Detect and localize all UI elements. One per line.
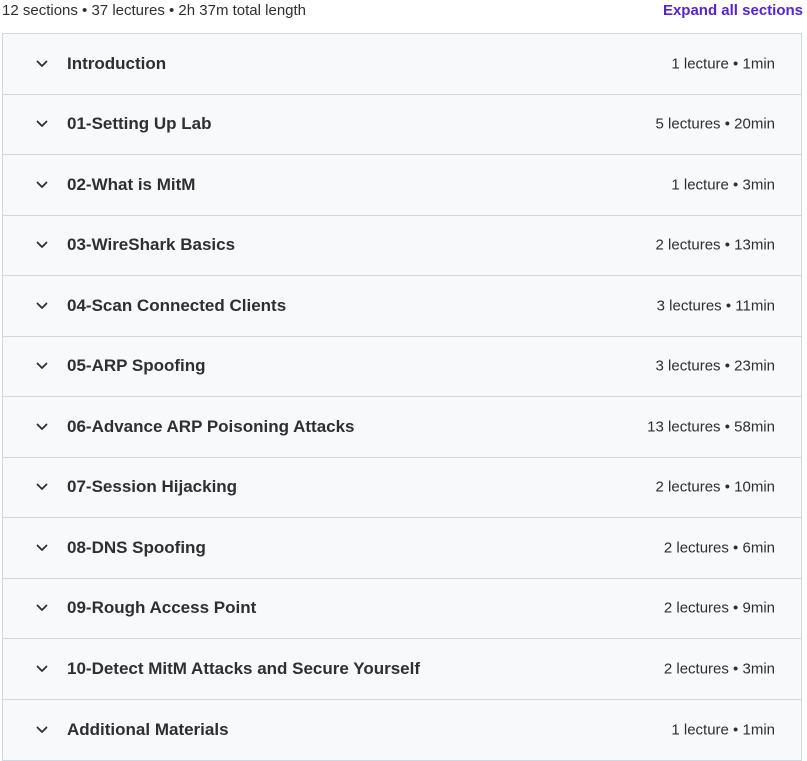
chevron-down-icon[interactable] <box>34 600 50 616</box>
section-meta: 3 lectures • 11min <box>656 297 775 315</box>
section-title: 09-Rough Access Point <box>67 598 257 618</box>
section-meta: 2 lectures • 9min <box>663 599 775 617</box>
section-meta: 5 lectures • 20min <box>655 115 775 133</box>
section-title: Introduction <box>67 53 167 73</box>
section-meta: 1 lecture • 1min <box>671 55 775 73</box>
section-meta: 1 lecture • 1min <box>671 721 775 739</box>
section-title: 08-DNS Spoofing <box>67 537 206 557</box>
curriculum-header: 12 sections • 37 lectures • 2h 37m total… <box>0 0 807 24</box>
section-row[interactable]: Introduction 1 lecture • 1min <box>3 34 801 95</box>
chevron-down-icon[interactable] <box>34 661 50 677</box>
section-meta: 2 lectures • 6min <box>663 539 775 557</box>
section-row[interactable]: 04-Scan Connected Clients 3 lectures • 11… <box>3 276 801 337</box>
section-title: Additional Materials <box>67 719 229 739</box>
section-title: 01-Setting Up Lab <box>67 114 212 134</box>
chevron-down-icon[interactable] <box>34 358 50 374</box>
chevron-down-icon[interactable] <box>34 722 50 738</box>
section-meta: 13 lectures • 58min <box>647 418 775 436</box>
section-title: 06-Advance ARP Poisoning Attacks <box>67 416 355 436</box>
section-row[interactable]: 10-Detect MitM Attacks and Secure Yourse… <box>3 639 801 700</box>
section-meta: 3 lectures • 23min <box>655 357 775 375</box>
section-title: 02-What is MitM <box>67 174 196 194</box>
section-row[interactable]: 09-Rough Access Point 2 lectures • 9min <box>3 578 801 639</box>
section-title: 03-WireShark Basics <box>67 235 236 255</box>
section-row[interactable]: 03-WireShark Basics 2 lectures • 13min <box>3 215 801 276</box>
section-row[interactable]: 08-DNS Spoofing 2 lectures • 6min <box>3 518 801 579</box>
chevron-down-icon[interactable] <box>34 419 50 435</box>
chevron-down-icon[interactable] <box>34 237 50 253</box>
section-title: 04-Scan Connected Clients <box>67 295 287 315</box>
expand-all-sections-button[interactable]: Expand all sections <box>663 2 803 19</box>
section-title: 05-ARP Spoofing <box>67 356 206 376</box>
section-title: 10-Detect MitM Attacks and Secure Yourse… <box>67 658 421 678</box>
course-summary: 12 sections • 37 lectures • 2h 37m total… <box>2 2 307 19</box>
section-meta: 2 lectures • 3min <box>663 660 775 678</box>
section-row[interactable]: Additional Materials 1 lecture • 1min <box>3 699 801 760</box>
chevron-down-icon[interactable] <box>34 540 50 556</box>
section-list: Introduction 1 lecture • 1min 01-Setting U… <box>2 33 802 761</box>
chevron-down-icon[interactable] <box>34 177 50 193</box>
chevron-down-icon[interactable] <box>34 298 50 314</box>
section-meta: 1 lecture • 3min <box>671 176 775 194</box>
section-meta: 2 lectures • 13min <box>655 236 775 254</box>
section-row[interactable]: 02-What is MitM 1 lecture • 3min <box>3 155 801 216</box>
section-row[interactable]: 07-Session Hijacking 2 lectures • 10min <box>3 457 801 518</box>
section-row[interactable]: 01-Setting Up Lab 5 lectures • 20min <box>3 94 801 155</box>
section-title: 07-Session Hijacking <box>67 477 238 497</box>
section-meta: 2 lectures • 10min <box>655 478 775 496</box>
chevron-down-icon[interactable] <box>34 116 50 132</box>
chevron-down-icon[interactable] <box>34 56 50 72</box>
section-row[interactable]: 06-Advance ARP Poisoning Attacks 13 lectu… <box>3 397 801 458</box>
section-row[interactable]: 05-ARP Spoofing 3 lectures • 23min <box>3 336 801 397</box>
chevron-down-icon[interactable] <box>34 479 50 495</box>
